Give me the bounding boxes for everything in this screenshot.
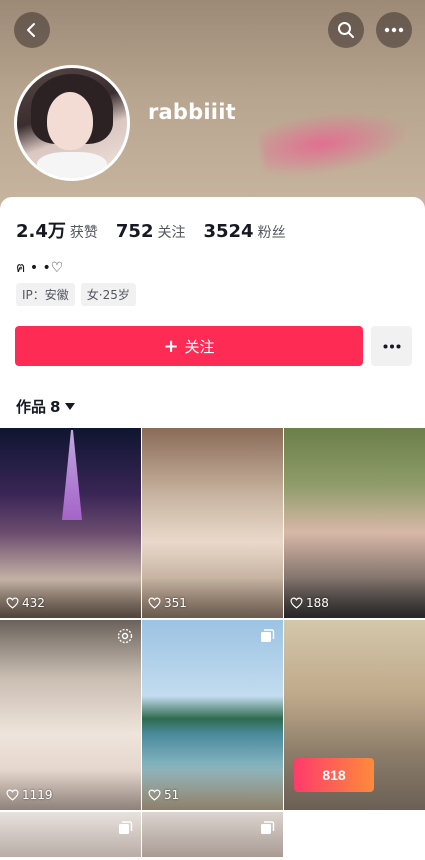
search-button[interactable]	[328, 12, 364, 48]
stat-followers-value: 3524	[203, 221, 254, 242]
search-icon	[338, 22, 354, 38]
caret-down-icon	[65, 403, 76, 410]
live-photo-icon	[117, 628, 133, 644]
video-likes: 1119	[6, 788, 53, 802]
profile-banner: rabbiiit	[0, 0, 425, 215]
more-options-button[interactable]	[376, 12, 412, 48]
stat-following-value: 752	[115, 221, 154, 242]
follow-button-label: 关注	[184, 337, 215, 356]
heart-outline-icon	[6, 597, 19, 609]
heart-outline-icon	[290, 597, 303, 609]
video-thumbnail[interactable]: 1119	[0, 620, 141, 810]
video-likes: 432	[6, 596, 45, 610]
video-likes-count: 1119	[22, 788, 53, 802]
video-thumbnail[interactable]: 351	[142, 428, 283, 618]
video-likes: 188	[290, 596, 329, 610]
heart-outline-icon	[6, 789, 19, 801]
video-likes-count: 432	[22, 596, 45, 610]
heart-outline-icon	[148, 789, 161, 801]
video-thumbnail[interactable]: 432	[0, 428, 141, 618]
stat-following-label: 关注	[157, 225, 186, 241]
works-tab[interactable]: 作品 8	[16, 396, 76, 417]
stat-likes[interactable]: 2.4万 获赞	[16, 217, 98, 243]
username: rabbiiit	[148, 100, 236, 124]
tower-illustration	[62, 430, 82, 520]
follow-button[interactable]: + 关注	[15, 326, 363, 366]
bio-text: ฅ • •♡	[16, 260, 64, 276]
promo-banner: 818	[294, 758, 374, 792]
video-likes-count: 51	[164, 788, 180, 802]
more-dots-icon	[384, 27, 404, 33]
profile-more-button[interactable]	[371, 326, 412, 366]
avatar-image	[17, 68, 127, 178]
stat-following[interactable]: 752 关注	[116, 221, 186, 242]
stats-row: 2.4万 获赞 752 关注 3524 粉丝	[16, 217, 304, 243]
stat-likes-label: 获赞	[69, 225, 98, 241]
tag-gender-age: 女·25岁	[80, 283, 136, 306]
tag-ip-location: IP：安徽	[16, 283, 75, 306]
video-likes-count: 188	[306, 596, 329, 610]
video-likes: 351	[148, 596, 187, 610]
video-thumbnail[interactable]: 51	[142, 620, 283, 810]
profile-card: 2.4万 获赞 752 关注 3524 粉丝 ฅ • •♡ IP：安徽 女·25…	[0, 197, 425, 860]
back-button[interactable]	[14, 12, 50, 48]
image-album-icon	[119, 821, 133, 834]
avatar[interactable]	[14, 65, 130, 181]
stat-followers[interactable]: 3524 粉丝	[203, 221, 285, 242]
image-album-icon	[261, 629, 275, 642]
stat-likes-value: 2.4万	[16, 221, 66, 242]
back-arrow-icon	[27, 23, 35, 37]
video-likes: 51	[148, 788, 179, 802]
video-likes-count: 351	[164, 596, 187, 610]
image-album-icon	[261, 821, 275, 834]
stat-followers-label: 粉丝	[257, 225, 286, 241]
more-dots-icon	[383, 344, 400, 348]
heart-outline-icon	[148, 597, 161, 609]
works-count: 8	[50, 397, 61, 416]
video-thumbnail[interactable]	[142, 812, 283, 857]
profile-tags: IP：安徽 女·25岁	[16, 283, 142, 306]
video-thumbnail[interactable]: 818	[284, 620, 425, 810]
video-thumbnail[interactable]: 188	[284, 428, 425, 618]
video-thumbnail[interactable]	[0, 812, 141, 857]
works-label: 作品	[16, 398, 47, 416]
banner-decoration	[257, 101, 415, 183]
plus-icon: +	[163, 335, 179, 357]
